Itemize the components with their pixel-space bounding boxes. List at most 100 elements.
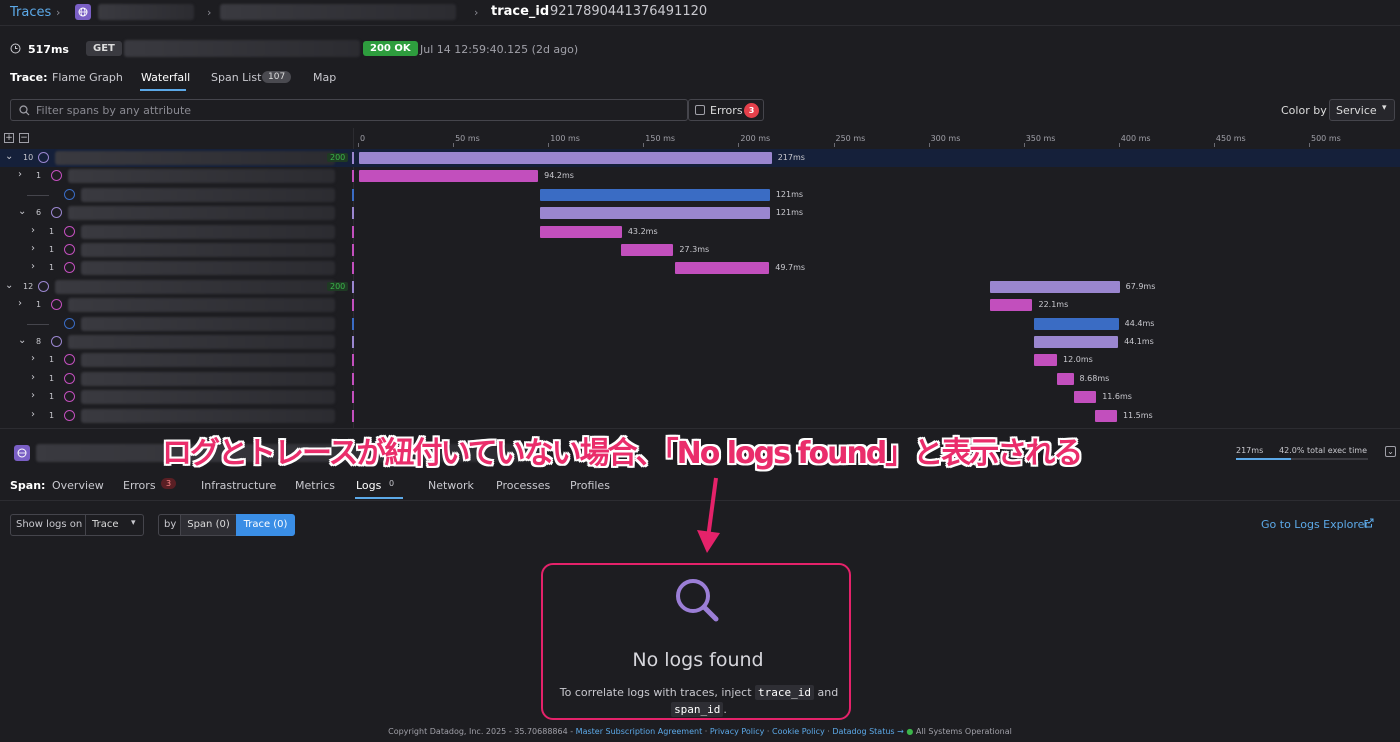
collapse-all-icon[interactable]: − — [19, 133, 29, 143]
chevron-down-icon[interactable]: ⌄ — [5, 280, 13, 291]
axis-tick-label: 200 ms — [740, 134, 771, 143]
footer-msa-link[interactable]: Master Subscription Agreement — [576, 727, 703, 736]
span-row[interactable]: › 1 22.1ms — [0, 296, 1400, 314]
tab-overview[interactable]: Overview — [52, 479, 104, 492]
tab-waterfall[interactable]: Waterfall — [141, 71, 190, 84]
span-bar[interactable] — [539, 207, 770, 220]
breadcrumb-traces-link[interactable]: Traces — [10, 5, 51, 20]
status-code-badge: 200 — [327, 281, 349, 291]
span-bar[interactable] — [1034, 336, 1119, 348]
span-duration-label: 94.2ms — [544, 171, 574, 181]
tab-errors[interactable]: Errors — [123, 479, 156, 492]
chevron-right-icon[interactable]: › — [18, 169, 22, 180]
span-row[interactable]: › 1 94.2ms — [0, 167, 1400, 185]
axis-tick — [1309, 143, 1310, 147]
chevron-down-icon[interactable]: ⌄ — [5, 151, 13, 162]
child-count: 1 — [49, 226, 55, 236]
chevron-right-icon[interactable]: › — [31, 243, 35, 254]
redacted-span-name — [68, 206, 335, 221]
span-bar[interactable] — [539, 188, 770, 201]
chevron-right-icon[interactable]: › — [31, 409, 35, 420]
span-bar[interactable] — [539, 225, 622, 238]
chevron-down-icon[interactable]: ⌄ — [18, 206, 26, 217]
span-bar[interactable] — [1074, 391, 1097, 404]
tab-profiles[interactable]: Profiles — [570, 479, 610, 492]
expand-all-icon[interactable]: + — [4, 133, 14, 143]
footer-cookie-link[interactable]: Cookie Policy — [772, 727, 825, 736]
span-row[interactable]: › 1 11.5ms — [0, 407, 1400, 425]
color-by-select[interactable]: Service ▾ — [1329, 99, 1395, 121]
tab-map[interactable]: Map — [313, 71, 336, 84]
tab-flame-graph[interactable]: Flame Graph — [52, 71, 123, 84]
span-bar[interactable] — [1034, 317, 1119, 330]
service-icon — [75, 4, 91, 20]
span-bar[interactable] — [359, 152, 772, 164]
chevron-right-icon[interactable]: › — [18, 298, 22, 309]
tab-processes[interactable]: Processes — [496, 479, 550, 492]
span-row[interactable]: ⌄ 10 200 217ms — [0, 149, 1400, 167]
service-globe-icon — [51, 299, 62, 311]
chevron-right-icon[interactable]: › — [31, 353, 35, 364]
span-row[interactable]: › 1 11.6ms — [0, 388, 1400, 406]
axis-tick — [928, 143, 930, 147]
tab-infrastructure[interactable]: Infrastructure — [201, 479, 276, 492]
annotation-arrow — [696, 476, 726, 557]
span-duration-label: 49.7ms — [775, 263, 806, 273]
chevron-down-icon[interactable]: ⌄ — [18, 335, 26, 346]
tab-logs[interactable]: Logs — [356, 479, 381, 492]
child-count: 6 — [36, 208, 42, 218]
chevron-right-icon[interactable]: › — [31, 261, 35, 272]
redacted-span-name — [68, 169, 335, 184]
chevron-right-icon[interactable]: › — [31, 390, 35, 401]
span-row[interactable]: › 1 8.68ms — [0, 370, 1400, 388]
span-bar[interactable] — [990, 280, 1120, 293]
chevron-right-icon: › — [56, 6, 61, 19]
span-duration-label: 67.9ms — [1125, 281, 1156, 291]
footer-copyright: Copyright Datadog, Inc. 2025 - 35.706888… — [388, 727, 574, 736]
span-scope-button[interactable]: Span (0) — [180, 514, 237, 536]
errors-toggle[interactable]: Errors 3 — [688, 99, 764, 121]
redacted-span-name — [81, 408, 335, 423]
external-link-icon[interactable] — [1364, 518, 1374, 531]
span-row[interactable]: › 1 49.7ms — [0, 259, 1400, 277]
trace-scope-button[interactable]: Trace (0) — [236, 514, 295, 536]
redacted-span-name — [81, 390, 335, 405]
span-row[interactable]: 44.4ms — [0, 315, 1400, 333]
child-count: 1 — [49, 245, 55, 254]
span-row[interactable]: ⌄ 12 200 67.9ms — [0, 278, 1400, 296]
span-row[interactable]: › 1 27.3ms — [0, 241, 1400, 259]
color-by-label: Color by — [1281, 104, 1327, 117]
logs-explorer-link[interactable]: Go to Logs Explorer — [1261, 518, 1369, 531]
span-bar[interactable] — [1095, 409, 1117, 422]
service-globe-icon — [64, 188, 75, 200]
chevron-right-icon[interactable]: › — [31, 225, 35, 236]
span-row[interactable]: › 1 43.2ms — [0, 223, 1400, 241]
span-bar[interactable] — [621, 244, 674, 256]
chevron-right-icon[interactable]: › — [31, 372, 35, 383]
span-duration-label: 121ms — [775, 189, 804, 199]
span-bar[interactable] — [359, 170, 539, 183]
span-bar[interactable] — [1034, 354, 1058, 367]
child-count: 1 — [49, 373, 55, 383]
span-bar[interactable] — [1057, 372, 1074, 385]
span-bar[interactable] — [674, 262, 770, 275]
tab-network[interactable]: Network — [428, 479, 474, 492]
span-row[interactable]: ⌄ 8 44.1ms — [0, 333, 1400, 351]
span-exec-time: 42.0% total exec time — [1279, 446, 1367, 455]
span-row[interactable]: ⌄ 6 121ms — [0, 204, 1400, 222]
tab-span-list[interactable]: Span List — [211, 71, 261, 84]
show-logs-on-select[interactable]: Show logs on Trace ▾ — [10, 514, 144, 536]
span-bar[interactable] — [990, 299, 1033, 312]
status-dot-icon: ● — [906, 727, 914, 736]
redacted-span-name — [68, 335, 335, 349]
redacted-resource — [220, 4, 456, 20]
footer-status-link[interactable]: Datadog Status → — [832, 727, 903, 736]
span-filter-input[interactable]: Filter spans by any attribute — [10, 99, 688, 121]
span-row[interactable]: 121ms — [0, 186, 1400, 204]
tab-metrics[interactable]: Metrics — [295, 479, 335, 492]
waterfall-rows: ⌄ 10 200 217ms › 1 94.2ms 121ms ⌄ 6 121ms › 1 43.2ms ›… — [0, 149, 1400, 427]
errors-checkbox[interactable] — [695, 105, 705, 115]
footer-privacy-link[interactable]: Privacy Policy — [710, 727, 765, 736]
span-row[interactable]: › 1 12.0ms — [0, 351, 1400, 369]
chevron-down-icon[interactable]: ⌄ — [1385, 446, 1396, 457]
